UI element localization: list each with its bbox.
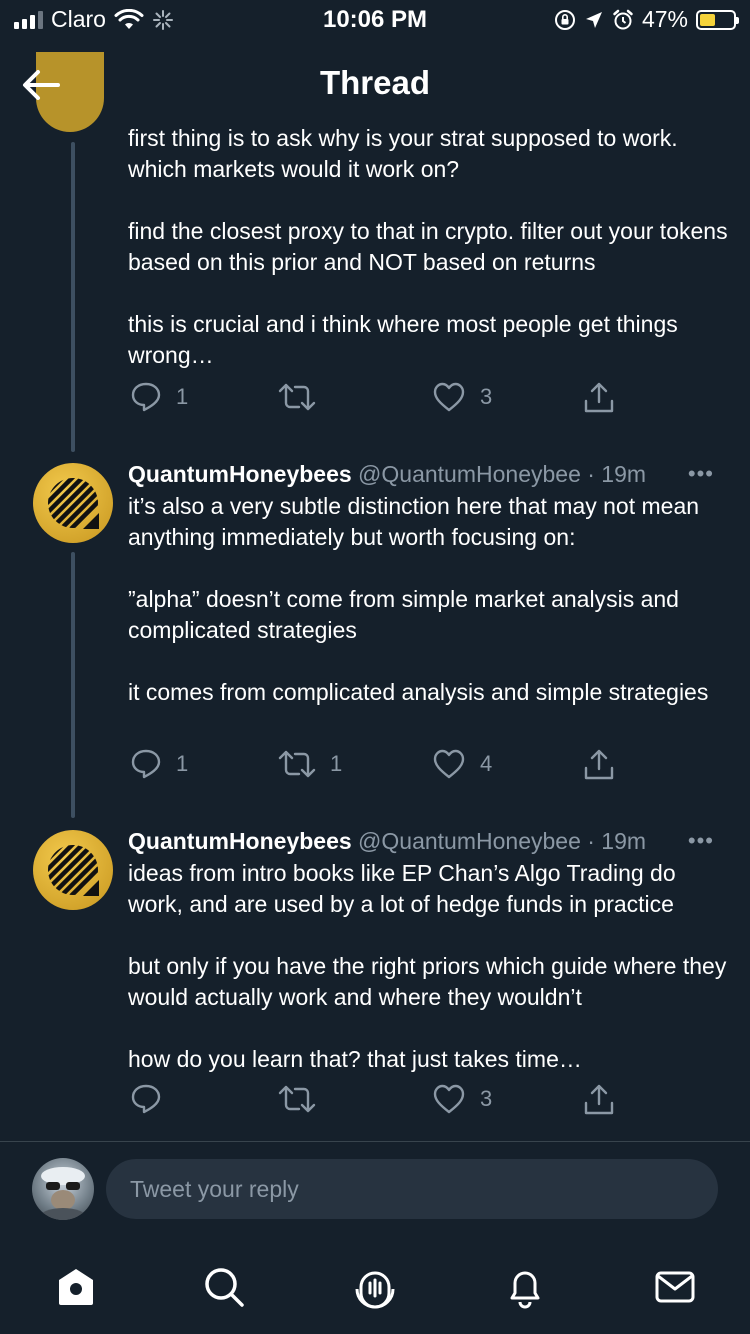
retweet-button[interactable]: 1 xyxy=(278,748,342,780)
more-options-icon[interactable]: ••• xyxy=(688,828,714,854)
battery-percent: 47% xyxy=(641,6,688,32)
orientation-lock-icon xyxy=(554,9,575,30)
share-icon xyxy=(584,1084,614,1115)
reply-icon xyxy=(131,1084,161,1114)
heart-icon xyxy=(433,749,465,779)
tweet-actions: 3 xyxy=(128,1083,628,1123)
honeybees-logo-icon xyxy=(48,478,99,529)
thread-connector xyxy=(71,142,75,452)
battery-level-fill xyxy=(700,13,716,26)
tweet-header: QuantumHoneybees @QuantumHoneybee · 19m xyxy=(128,461,646,488)
spaces-icon xyxy=(355,1271,395,1309)
like-count: 3 xyxy=(480,384,493,409)
tweet-paragraph: first thing is to ask why is your strat … xyxy=(128,125,678,182)
retweet-button[interactable] xyxy=(278,381,330,413)
tweet-paragraph: this is crucial and i think where most p… xyxy=(128,311,678,368)
tweet-paragraph: find the closest proxy to that in crypto… xyxy=(128,218,728,275)
tweet-actions: 1 1 4 xyxy=(128,748,628,788)
tweet-paragraph: ”alpha” doesn’t come from simple market … xyxy=(128,586,679,643)
thread-header: Thread xyxy=(0,44,750,132)
tweet-header: QuantumHoneybees @QuantumHoneybee · 19m xyxy=(128,828,646,855)
reply-input[interactable] xyxy=(106,1159,718,1219)
reply-button[interactable]: 1 xyxy=(130,748,188,780)
share-icon xyxy=(584,382,614,413)
tweet-paragraph: it comes from complicated analysis and s… xyxy=(128,679,709,705)
reply-icon xyxy=(131,749,161,779)
tab-home[interactable] xyxy=(51,1262,101,1312)
user-avatar-image xyxy=(39,1167,87,1220)
tweet-actions: 1 3 xyxy=(128,381,628,421)
search-icon xyxy=(205,1268,244,1307)
reply-button[interactable] xyxy=(130,1083,176,1115)
retweet-icon xyxy=(278,1085,316,1113)
tweet-paragraph: how do you learn that? that just takes t… xyxy=(128,1046,582,1072)
notifications-icon xyxy=(510,1271,540,1309)
like-count: 3 xyxy=(480,1086,493,1111)
reply-count: 1 xyxy=(176,384,189,409)
share-button[interactable] xyxy=(582,1083,616,1117)
share-icon xyxy=(584,749,614,780)
tweet-paragraph: but only if you have the right priors wh… xyxy=(128,953,727,1010)
reply-divider xyxy=(0,1141,750,1142)
like-count: 4 xyxy=(480,751,493,776)
display-name[interactable]: QuantumHoneybees xyxy=(128,461,352,487)
retweet-icon xyxy=(278,750,316,778)
reply-count: 1 xyxy=(176,751,189,776)
share-button[interactable] xyxy=(582,381,616,415)
heart-icon xyxy=(433,382,465,412)
messages-icon xyxy=(655,1271,695,1303)
home-icon xyxy=(59,1269,93,1305)
tab-messages[interactable] xyxy=(650,1262,700,1312)
tweet-text: ideas from intro books like EP Chan’s Al… xyxy=(128,858,728,1075)
like-button[interactable]: 3 xyxy=(432,1083,492,1115)
retweet-count: 1 xyxy=(330,751,343,776)
more-options-icon[interactable]: ••• xyxy=(688,461,714,487)
honeybees-logo-icon xyxy=(48,845,99,896)
reply-button[interactable]: 1 xyxy=(130,381,188,413)
tweet-text: first thing is to ask why is your strat … xyxy=(128,123,728,371)
display-name[interactable]: QuantumHoneybees xyxy=(128,828,352,854)
thread-connector xyxy=(71,552,75,818)
tab-notifications[interactable] xyxy=(500,1262,550,1312)
reply-icon xyxy=(131,382,161,412)
status-bar: Claro 10:06 PM 47% xyxy=(0,0,750,40)
retweet-icon xyxy=(278,383,316,411)
location-icon xyxy=(585,11,602,28)
tweet-paragraph: it’s also a very subtle distinction here… xyxy=(128,493,700,550)
page-title: Thread xyxy=(319,64,431,101)
battery-icon xyxy=(696,9,739,30)
handle-timestamp: @QuantumHoneybee · 19m xyxy=(358,461,647,487)
like-button[interactable]: 4 xyxy=(432,748,492,780)
like-button[interactable]: 3 xyxy=(432,381,492,413)
avatar[interactable] xyxy=(33,463,113,543)
handle-timestamp: @QuantumHoneybee · 19m xyxy=(358,828,647,854)
avatar[interactable] xyxy=(33,830,113,910)
tweet-text: it’s also a very subtle distinction here… xyxy=(128,491,728,708)
retweet-button[interactable] xyxy=(278,1083,330,1115)
heart-icon xyxy=(433,1084,465,1114)
share-button[interactable] xyxy=(582,748,616,782)
tab-bar xyxy=(0,1240,750,1334)
tweet-paragraph: ideas from intro books like EP Chan’s Al… xyxy=(128,860,676,917)
alarm-icon xyxy=(613,9,633,29)
tab-search[interactable] xyxy=(199,1262,249,1312)
tab-spaces[interactable] xyxy=(350,1262,400,1312)
user-avatar[interactable] xyxy=(32,1158,94,1220)
